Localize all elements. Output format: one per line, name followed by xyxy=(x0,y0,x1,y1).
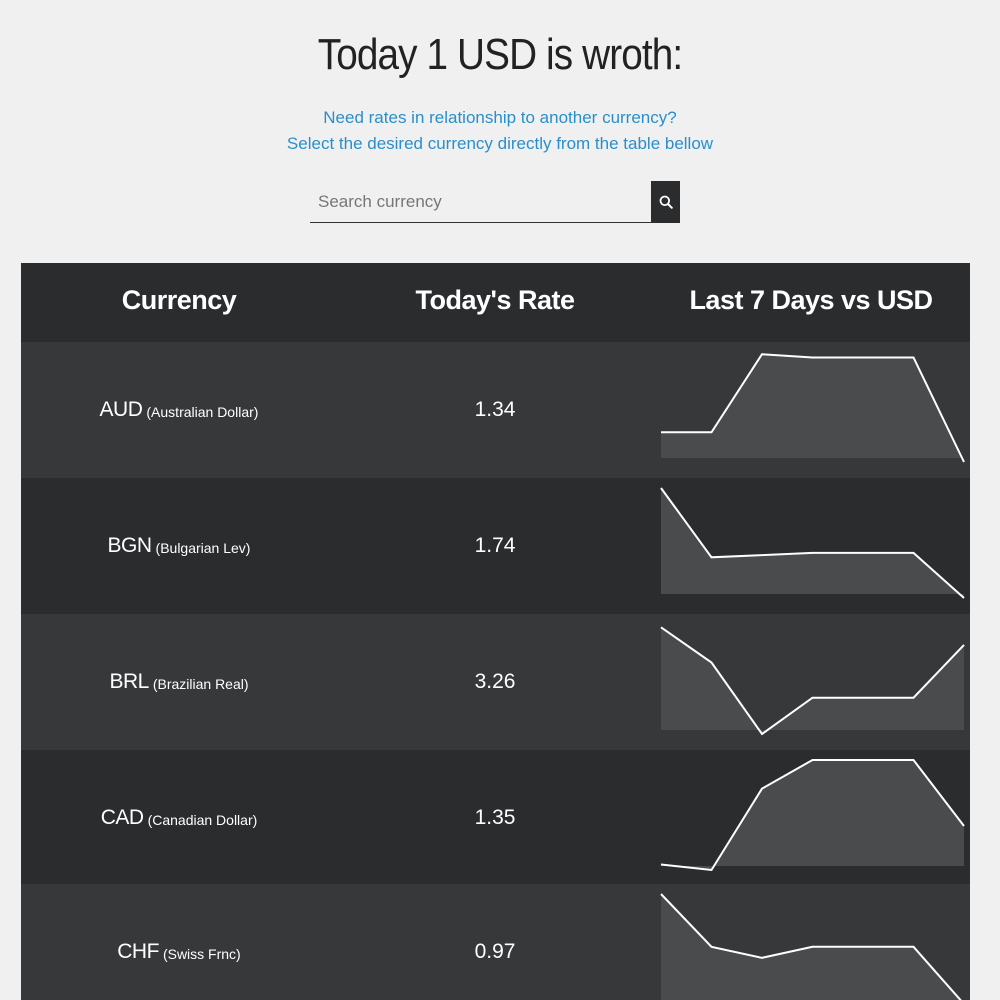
sparkline-chart xyxy=(660,487,965,599)
table-row[interactable]: CAD (Canadian Dollar) 1.35 xyxy=(21,750,970,886)
currency-cell: BRL (Brazilian Real) xyxy=(21,614,337,750)
search-icon xyxy=(659,195,673,209)
currency-name: (Swiss Frnc) xyxy=(162,945,241,962)
sparkline-area xyxy=(661,354,964,462)
rate-cell: 3.26 xyxy=(474,670,516,693)
currency-cell: BGN (Bulgarian Lev) xyxy=(21,478,337,614)
page: Today 1 USD is wroth: Need rates in rela… xyxy=(0,0,1000,1000)
rate-cell: 1.34 xyxy=(474,398,516,421)
sparkline-chart xyxy=(660,626,965,736)
table-row[interactable]: CHF (Swiss Frnc) 0.97 xyxy=(21,884,970,1000)
subtitle-line-1: Need rates in relationship to another cu… xyxy=(323,108,677,127)
search-input[interactable] xyxy=(310,181,650,222)
currency-code: AUD xyxy=(99,398,143,421)
currency-name: (Brazilian Real) xyxy=(152,675,249,692)
sparkline-chart xyxy=(660,893,964,1000)
currency-code: CHF xyxy=(117,940,159,963)
page-title: Today 1 USD is wroth: xyxy=(317,30,683,79)
rate-cell: 1.35 xyxy=(474,806,516,829)
sparkline-area xyxy=(661,488,964,598)
currency-cell: AUD (Australian Dollar) xyxy=(21,342,337,478)
column-header-currency: Currency xyxy=(121,285,237,315)
table-row[interactable]: BRL (Brazilian Real) 3.26 xyxy=(21,614,970,750)
sparkline-chart xyxy=(661,353,965,463)
search-button[interactable] xyxy=(651,181,680,223)
currency-cell: CAD (Canadian Dollar) xyxy=(21,750,337,886)
table-row[interactable]: BGN (Bulgarian Lev) 1.74 xyxy=(21,478,970,614)
currency-name: (Australian Dollar) xyxy=(146,403,259,420)
sparkline-chart xyxy=(660,759,965,872)
currency-cell: CHF (Swiss Frnc) xyxy=(21,884,337,1000)
search-bar xyxy=(310,181,680,223)
column-header-trend: Last 7 Days vs USD xyxy=(689,285,933,315)
currency-code: BRL xyxy=(109,670,149,693)
currency-name: (Canadian Dollar) xyxy=(147,811,258,828)
subtitle-line-2: Select the desired currency directly fro… xyxy=(286,134,714,153)
currency-code: BGN xyxy=(107,534,153,557)
column-header-rate: Today's Rate xyxy=(415,285,575,315)
rate-cell: 1.74 xyxy=(474,534,516,557)
currency-table: Currency Today's Rate Last 7 Days vs USD… xyxy=(21,263,970,1000)
sparkline-area xyxy=(661,627,964,734)
currency-code: CAD xyxy=(100,806,144,829)
rate-cell: 0.97 xyxy=(474,940,516,963)
table-row[interactable]: AUD (Australian Dollar) 1.34 xyxy=(21,342,970,478)
table-header: Currency Today's Rate Last 7 Days vs USD xyxy=(21,263,970,342)
sparkline-area xyxy=(661,760,964,870)
currency-name: (Bulgarian Lev) xyxy=(155,539,251,556)
